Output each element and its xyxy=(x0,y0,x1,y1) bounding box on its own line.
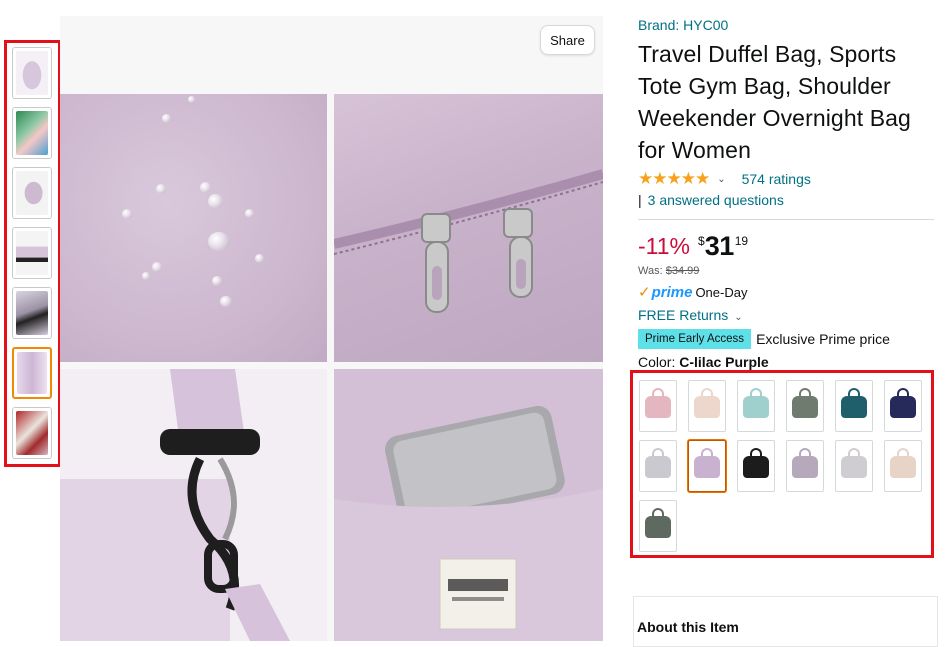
thumbnail-3[interactable] xyxy=(12,167,52,219)
divider xyxy=(638,219,934,220)
color-label: Color: C-lilac Purple xyxy=(638,354,769,370)
free-returns-label[interactable]: FREE Returns xyxy=(638,307,728,323)
prime-row: ✓ prime One-Day xyxy=(638,283,938,302)
bag-swatch-icon xyxy=(890,448,916,478)
product-photo-zippers xyxy=(334,94,603,362)
color-swatch[interactable] xyxy=(737,440,775,492)
bag-swatch-icon xyxy=(841,388,867,418)
prime-early-access-badge: Prime Early Access xyxy=(638,329,752,349)
thumbnail-1[interactable] xyxy=(12,47,52,99)
bag-swatch-icon xyxy=(645,388,671,418)
star-rating-icon[interactable]: ★★★★★ xyxy=(638,169,710,189)
price-fraction: 19 xyxy=(734,234,749,248)
color-swatch-grid xyxy=(630,370,934,558)
thumbnail-6-selected[interactable] xyxy=(12,347,52,399)
color-label-prefix: Color: xyxy=(638,354,676,370)
color-swatch[interactable] xyxy=(639,440,677,492)
bag-swatch-icon xyxy=(645,448,671,478)
was-price-value: $34.99 xyxy=(665,265,700,277)
color-swatch[interactable] xyxy=(639,380,677,432)
thumbnail-7[interactable] xyxy=(12,407,52,459)
prime-check-icon: ✓ xyxy=(638,284,651,301)
color-swatch[interactable] xyxy=(688,440,726,492)
price-row: -11% $ 31 19 xyxy=(638,232,938,262)
brand-link[interactable]: Brand: HYC00 xyxy=(638,16,938,34)
selected-color-name: C-lilac Purple xyxy=(679,354,769,370)
price-whole: 31 xyxy=(704,231,735,261)
color-swatch[interactable] xyxy=(688,380,726,432)
price-currency: $ xyxy=(698,234,705,248)
chevron-down-icon[interactable]: ⌄ xyxy=(734,312,742,323)
color-swatch[interactable] xyxy=(835,440,873,492)
bag-swatch-icon xyxy=(743,448,769,478)
thumbnail-4[interactable] xyxy=(12,227,52,279)
early-access-row: Prime Early Access Exclusive Prime price xyxy=(638,327,938,351)
color-swatch[interactable] xyxy=(737,380,775,432)
product-photo-water-drops xyxy=(60,94,327,362)
thumbnail-list xyxy=(4,40,61,467)
color-swatch[interactable] xyxy=(835,380,873,432)
color-swatch[interactable] xyxy=(884,440,922,492)
ratings-count-link[interactable]: 574 ratings xyxy=(742,171,811,187)
discount-percent: -11% xyxy=(638,233,690,259)
product-title: Travel Duffel Bag, Sports Tote Gym Bag, … xyxy=(638,41,911,163)
bag-swatch-icon xyxy=(743,388,769,418)
prime-delivery-text: One-Day xyxy=(695,284,748,300)
bag-swatch-icon xyxy=(792,448,818,478)
color-swatch[interactable] xyxy=(639,500,677,552)
was-label: Was: xyxy=(638,265,663,277)
bag-swatch-icon xyxy=(694,388,720,418)
bag-swatch-icon xyxy=(792,388,818,418)
color-swatch[interactable] xyxy=(884,380,922,432)
thumbnail-5[interactable] xyxy=(12,287,52,339)
bag-swatch-icon xyxy=(694,448,720,478)
color-swatch[interactable] xyxy=(786,440,824,492)
product-info: Brand: HYC00 Travel Duffel Bag, Sports T… xyxy=(638,16,938,351)
separator: | xyxy=(638,192,642,208)
free-returns-link[interactable]: FREE Returns ⌄ xyxy=(638,307,938,325)
product-photo-pocket-phone xyxy=(334,369,603,641)
bag-swatch-icon xyxy=(645,508,671,538)
rating-row: ★★★★★ ⌄ 574 ratings xyxy=(638,168,938,190)
about-heading: About this Item xyxy=(637,619,739,635)
bag-swatch-icon xyxy=(841,448,867,478)
prime-logo: prime xyxy=(651,283,693,301)
chevron-down-icon[interactable]: ⌄ xyxy=(717,174,725,185)
answered-questions-link[interactable]: 3 answered questions xyxy=(648,192,784,208)
share-button[interactable]: Share xyxy=(540,25,595,55)
answered-questions-row: | 3 answered questions xyxy=(638,190,938,210)
thumbnail-2[interactable] xyxy=(12,107,52,159)
bag-swatch-icon xyxy=(890,388,916,418)
exclusive-price-text: Exclusive Prime price xyxy=(756,331,890,347)
color-swatch[interactable] xyxy=(786,380,824,432)
product-photo-strap-clip xyxy=(60,369,327,641)
was-price: Was: $34.99 xyxy=(638,265,938,277)
